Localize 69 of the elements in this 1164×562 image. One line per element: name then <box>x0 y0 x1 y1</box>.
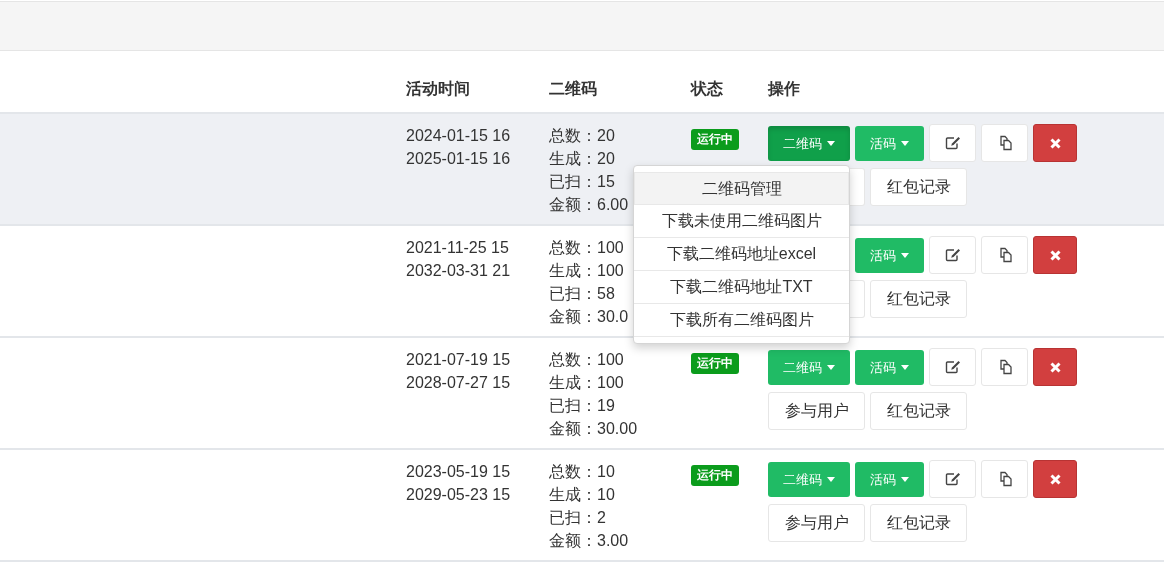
stat-text: 已扫：2 <box>549 508 606 528</box>
status-badge: 运行中 <box>691 465 739 486</box>
date-text: 2024-01-15 16 <box>406 126 512 146</box>
stat-text: 总数：100 <box>549 350 624 370</box>
caret-icon <box>901 477 909 482</box>
copy-button[interactable] <box>981 348 1028 386</box>
close-icon <box>1049 249 1061 261</box>
edit-icon <box>944 248 961 262</box>
stat-text: 总数：100 <box>549 238 624 258</box>
stat-text: 总数：20 <box>549 126 615 146</box>
status-badge: 运行中 <box>691 129 739 150</box>
column-header: 操作 <box>768 79 801 99</box>
stat-text: 金额：30.00 <box>549 419 638 439</box>
stat-text: 金额：3.00 <box>549 531 629 551</box>
date-text: 2028-07-27 15 <box>406 373 512 393</box>
date-text: 2021-07-19 15 <box>406 350 512 370</box>
edit-icon <box>944 472 961 486</box>
participants-button[interactable]: 参与用户 <box>768 504 865 542</box>
edit-button[interactable] <box>929 236 976 274</box>
delete-button[interactable] <box>1033 236 1077 274</box>
date-text: 2029-05-23 15 <box>406 485 512 505</box>
stat-text: 生成：20 <box>549 149 615 169</box>
participants-button[interactable]: 参与用户 <box>768 392 865 430</box>
caret-icon <box>901 253 909 258</box>
caret-icon <box>827 477 835 482</box>
stat-text: 金额：6.00 <box>549 195 629 215</box>
date-text: 2023-05-19 15 <box>406 462 512 482</box>
close-icon <box>1049 137 1061 149</box>
copy-button[interactable] <box>981 460 1028 498</box>
records-button[interactable]: 红包记录 <box>870 168 967 206</box>
stat-text: 总数：10 <box>549 462 615 482</box>
edit-icon <box>944 360 961 374</box>
close-icon <box>1049 361 1061 373</box>
records-button[interactable]: 红包记录 <box>870 280 967 318</box>
date-text: 2032-03-31 21 <box>406 261 512 281</box>
stat-text: 已扫：15 <box>549 172 615 192</box>
edit-button[interactable] <box>929 124 976 162</box>
caret-icon <box>901 141 909 146</box>
close-icon <box>1049 473 1061 485</box>
date-text: 2025-01-15 16 <box>406 149 512 169</box>
stat-text: 生成：100 <box>549 373 624 393</box>
records-button[interactable]: 红包记录 <box>870 504 967 542</box>
copy-button[interactable] <box>981 124 1028 162</box>
caret-icon <box>827 141 835 146</box>
stat-text: 已扫：58 <box>549 284 615 304</box>
delete-button[interactable] <box>1033 124 1077 162</box>
delete-button[interactable] <box>1033 348 1077 386</box>
copy-button[interactable] <box>981 236 1028 274</box>
date-text: 2021-11-25 15 <box>406 238 510 258</box>
stat-text: 金额：30.0 <box>549 307 629 327</box>
edit-button[interactable] <box>929 348 976 386</box>
records-button[interactable]: 红包记录 <box>870 392 967 430</box>
menu-item[interactable]: 下载二维码地址TXT <box>634 271 849 304</box>
menu-item[interactable]: 下载二维码地址excel <box>634 238 849 271</box>
caret-icon <box>901 365 909 370</box>
column-header: 二维码 <box>549 79 598 99</box>
stat-text: 生成：10 <box>549 485 615 505</box>
menu-item[interactable]: 下载所有二维码图片 <box>634 304 849 337</box>
stat-text: 生成：100 <box>549 261 624 281</box>
caret-icon <box>827 365 835 370</box>
stat-text: 已扫：19 <box>549 396 615 416</box>
edit-icon <box>944 136 961 150</box>
column-header: 状态 <box>691 79 724 99</box>
status-badge: 运行中 <box>691 353 739 374</box>
menu-item[interactable]: 二维码管理 <box>634 172 849 205</box>
edit-button[interactable] <box>929 460 976 498</box>
delete-button[interactable] <box>1033 460 1077 498</box>
column-header: 活动时间 <box>406 79 471 99</box>
menu-item[interactable]: 下载未使用二维码图片 <box>634 205 849 238</box>
